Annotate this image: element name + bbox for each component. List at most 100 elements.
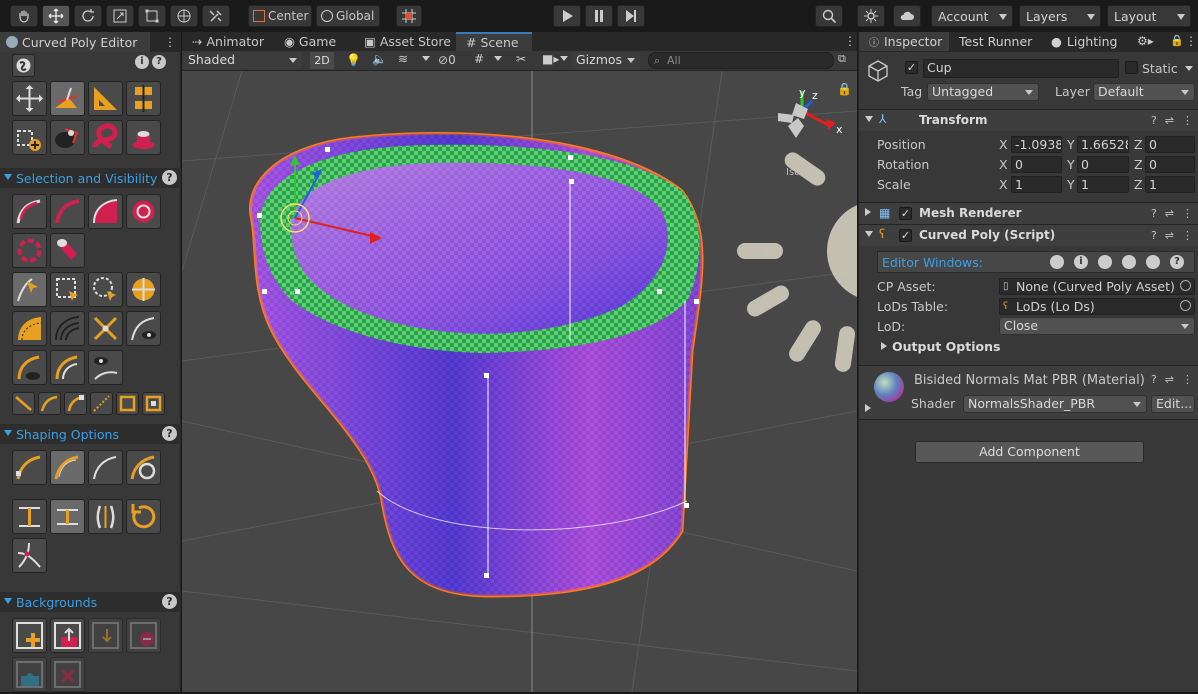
reset-shape-tool-icon[interactable]	[126, 499, 161, 534]
panel-menu-icon[interactable]: ⋮	[1185, 34, 1197, 48]
tab-curved-poly-editor[interactable]: Curved Poly Editor	[0, 32, 150, 52]
move-points-tool-icon[interactable]	[12, 81, 47, 116]
snap-3-icon[interactable]	[64, 392, 87, 415]
help-icon[interactable]: ?	[1170, 255, 1184, 269]
rotation-z-field[interactable]: 0	[1145, 156, 1195, 173]
snap-4-icon[interactable]	[90, 392, 113, 415]
grid-toggle-icon[interactable]: #	[474, 52, 484, 66]
static-checkbox[interactable]	[1125, 61, 1138, 74]
layout-dropdown[interactable]: Layout	[1107, 5, 1191, 27]
visibility-tool-icon[interactable]	[126, 311, 161, 346]
tube-tool-icon[interactable]	[50, 233, 85, 268]
help-icon[interactable]: ?	[162, 170, 177, 185]
help-icon[interactable]: ?	[1151, 207, 1157, 220]
parallel-tool-icon[interactable]	[88, 499, 123, 534]
edit-curve-tool-icon[interactable]	[50, 81, 85, 116]
transform-tool-icon[interactable]	[170, 5, 198, 27]
tab-test-runner[interactable]: Test Runner	[955, 32, 1045, 51]
position-x-field[interactable]: -1.0938	[1011, 136, 1062, 153]
tag-dropdown[interactable]: Untagged	[927, 83, 1039, 101]
help-icon[interactable]: ?	[162, 426, 177, 441]
settings-icon[interactable]	[857, 5, 885, 27]
info-icon[interactable]: i	[135, 55, 149, 69]
scale-z-field[interactable]: 1	[1145, 176, 1195, 193]
extrude-tool-icon[interactable]	[126, 120, 161, 155]
position-y-field[interactable]: 1.66528	[1077, 136, 1129, 153]
pinch-tool-icon[interactable]	[88, 311, 123, 346]
scene-search-input[interactable]: ⌕ All	[648, 52, 834, 69]
scene-settings-icon[interactable]: ⧉	[838, 52, 846, 66]
info-icon[interactable]: i	[1074, 255, 1088, 269]
circle-shape-tool-icon[interactable]	[126, 450, 161, 485]
snap-1-icon[interactable]	[12, 392, 35, 415]
object-name-field[interactable]: Cup	[923, 59, 1119, 78]
ruler-tool-icon[interactable]	[88, 81, 123, 116]
presets-icon[interactable]: ⇌	[1165, 373, 1174, 386]
help-icon[interactable]: ?	[1151, 114, 1157, 127]
audio-toggle-icon[interactable]: 🔈	[372, 52, 387, 66]
chevron-right-icon[interactable]	[881, 342, 887, 350]
cp-logo-icon[interactable]	[12, 54, 35, 77]
scene-canvas[interactable]: y z x Iso 🔒	[182, 71, 857, 692]
pivot-mode-button[interactable]: Center	[248, 5, 312, 27]
tab-scene[interactable]: # Scene	[456, 32, 532, 51]
move-tool-icon[interactable]	[42, 5, 70, 27]
section-shaping-options[interactable]: Shaping Options?	[0, 424, 181, 444]
presets-icon[interactable]: ⇌	[1165, 207, 1174, 220]
align-tool-icon[interactable]	[126, 81, 161, 116]
curved-poly-enabled-checkbox[interactable]: ✓	[899, 229, 912, 242]
cp-editor-icon[interactable]	[1050, 255, 1064, 269]
transform-header[interactable]: ⅄ Transform ? ⇌ ⋮	[859, 109, 1198, 131]
background-puzzle-icon[interactable]	[12, 657, 47, 692]
object-picker-icon[interactable]	[1180, 280, 1191, 291]
scale-tool-icon[interactable]	[106, 5, 134, 27]
help-icon[interactable]: ?	[1151, 373, 1157, 386]
tools-icon[interactable]: ✂	[516, 52, 526, 66]
component-menu-icon[interactable]: ⋮	[1182, 373, 1193, 386]
paint-tool-icon[interactable]	[50, 120, 85, 155]
globe-icon[interactable]	[1122, 255, 1136, 269]
cloud-icon[interactable]	[893, 5, 921, 27]
select-edge-tool-icon[interactable]	[50, 194, 85, 229]
presets-icon[interactable]: ⇌	[1165, 114, 1174, 127]
layers-dropdown[interactable]: Layers	[1019, 5, 1101, 27]
remove-background-icon[interactable]	[126, 618, 161, 653]
panel-menu-icon[interactable]: ⋮	[164, 35, 176, 49]
mesh-renderer-header[interactable]: ▦ ✓ Mesh Renderer ? ⇌ ⋮	[859, 202, 1198, 224]
grid-snap-icon[interactable]	[396, 5, 422, 27]
show-tool-icon[interactable]	[88, 350, 123, 385]
component-menu-icon[interactable]: ⋮	[1182, 229, 1193, 242]
select-curve-tool-icon[interactable]	[12, 194, 47, 229]
loop-select-tool-icon[interactable]	[12, 233, 47, 268]
straighten-all-tool-icon[interactable]	[50, 499, 85, 534]
export-background-icon[interactable]	[50, 618, 85, 653]
panel-menu-icon[interactable]: ⋮	[844, 34, 856, 48]
presets-icon[interactable]: ⇌	[1165, 229, 1174, 242]
output-options-foldout[interactable]: Output Options	[892, 339, 1000, 354]
active-checkbox[interactable]: ✓	[905, 61, 918, 74]
search-icon[interactable]	[815, 5, 843, 27]
hide-edge-tool-icon[interactable]	[50, 350, 85, 385]
surface-tool-icon[interactable]	[12, 311, 47, 346]
layers-icon[interactable]	[1146, 255, 1160, 269]
component-menu-icon[interactable]: ⋮	[1182, 207, 1193, 220]
lighting-toggle-icon[interactable]: 💡	[346, 53, 361, 67]
lock-icon[interactable]: 🔒	[837, 82, 852, 96]
edit-shader-button[interactable]: Edit...	[1151, 395, 1195, 413]
snap-5-icon[interactable]	[116, 392, 139, 415]
cp-asset-field[interactable]: ▯ None (Curved Poly Asset)	[999, 278, 1195, 295]
scale-x-field[interactable]: 1	[1011, 176, 1062, 193]
snap-6-icon[interactable]	[142, 392, 165, 415]
hide-curve-tool-icon[interactable]	[12, 350, 47, 385]
select-all-tool-icon[interactable]	[126, 194, 161, 229]
directional-light-icon[interactable]	[737, 149, 857, 373]
select-face-tool-icon[interactable]	[88, 194, 123, 229]
play-button[interactable]	[553, 5, 581, 27]
lod-icon[interactable]	[1098, 255, 1112, 269]
scale-y-field[interactable]: 1	[1077, 176, 1129, 193]
2d-toggle-button[interactable]: 2D	[310, 52, 334, 69]
import-background-icon[interactable]	[88, 618, 123, 653]
help-icon[interactable]: ?	[152, 55, 166, 69]
layer-dropdown[interactable]: Default	[1093, 83, 1195, 101]
round-tool-icon[interactable]	[88, 450, 123, 485]
